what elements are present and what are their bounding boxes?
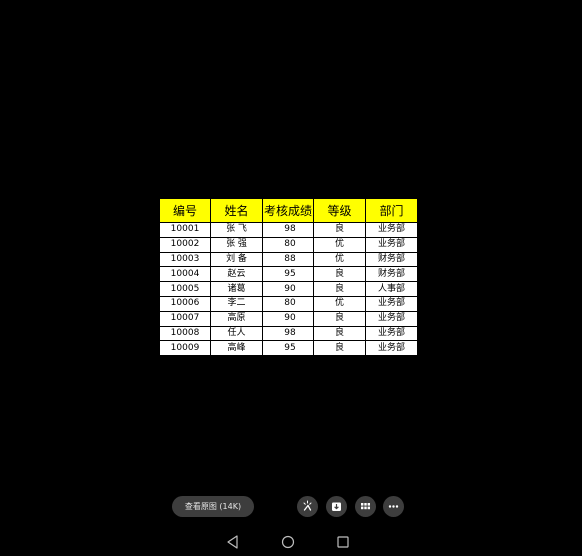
nav-back-button[interactable] bbox=[223, 532, 243, 552]
cell-score: 80 bbox=[262, 236, 314, 253]
cell-score: 88 bbox=[262, 251, 314, 268]
score-table: 编号 姓名 考核成绩 等级 部门 10001 张 飞 98 良业务部 10002 张 强8… bbox=[159, 198, 418, 357]
view-original-button[interactable]: 查看原图 (14K) bbox=[172, 496, 254, 517]
cell-score: 98 bbox=[262, 222, 314, 238]
cell-name: 任人 bbox=[210, 325, 263, 342]
cell-grade: 优 bbox=[313, 251, 366, 268]
image-toolbar: 查看原图 (14K) bbox=[0, 496, 582, 518]
header-cell-id: 编号 bbox=[159, 198, 211, 223]
cell-id: 10009 bbox=[159, 340, 211, 357]
system-navigation-bar bbox=[0, 532, 582, 552]
cell-department: 业务部 bbox=[365, 222, 418, 238]
more-button[interactable] bbox=[383, 496, 404, 517]
cell-name: 刘 备 bbox=[210, 251, 263, 268]
cell-name: 诸葛 bbox=[210, 281, 263, 297]
table-row: 10001 张 飞 98 良业务部 bbox=[159, 222, 418, 238]
cell-id: 10008 bbox=[159, 325, 211, 342]
header-cell-department: 部门 bbox=[365, 198, 418, 223]
cell-id: 10007 bbox=[159, 310, 211, 327]
magic-wand-icon bbox=[303, 500, 312, 511]
table-row: 10009 高峰 95 良业务部 bbox=[159, 340, 418, 357]
table-row: 10008 任人 98 良业务部 bbox=[159, 325, 418, 342]
cell-grade: 良 bbox=[313, 340, 366, 357]
cell-score: 90 bbox=[262, 310, 314, 327]
cell-score: 95 bbox=[262, 340, 314, 357]
more-icon bbox=[388, 505, 399, 508]
grid-button[interactable] bbox=[355, 496, 376, 517]
cell-name: 张 强 bbox=[210, 236, 263, 253]
cell-grade: 良 bbox=[313, 281, 366, 297]
table-row: 10006 李二 80 优业务部 bbox=[159, 295, 418, 312]
cell-name: 赵云 bbox=[210, 266, 263, 283]
cell-grade: 良 bbox=[313, 222, 366, 238]
cell-department: 业务部 bbox=[365, 310, 418, 327]
table-row: 10003 刘 备 88 优财务部 bbox=[159, 251, 418, 268]
cell-department: 财务部 bbox=[365, 251, 418, 268]
magic-wand-button[interactable] bbox=[297, 496, 318, 517]
nav-recents-button[interactable] bbox=[333, 532, 353, 552]
cell-name: 高峰 bbox=[210, 340, 263, 357]
cell-id: 10006 bbox=[159, 295, 211, 312]
cell-score: 80 bbox=[262, 295, 314, 312]
home-circle-icon bbox=[281, 535, 295, 549]
table-row: 10007 高原 90 良业务部 bbox=[159, 310, 418, 327]
cell-department: 业务部 bbox=[365, 325, 418, 342]
recents-square-icon bbox=[337, 536, 349, 548]
cell-score: 90 bbox=[262, 281, 314, 297]
cell-name: 张 飞 bbox=[210, 222, 263, 238]
header-cell-grade: 等级 bbox=[313, 198, 366, 223]
cell-name: 李二 bbox=[210, 295, 263, 312]
cell-department: 业务部 bbox=[365, 236, 418, 253]
cell-department: 财务部 bbox=[365, 266, 418, 283]
table-row: 10005 诸葛 90 良人事部 bbox=[159, 281, 418, 297]
cell-grade: 良 bbox=[313, 325, 366, 342]
cell-id: 10005 bbox=[159, 281, 211, 297]
cell-grade: 良 bbox=[313, 310, 366, 327]
cell-grade: 良 bbox=[313, 266, 366, 283]
cell-score: 95 bbox=[262, 266, 314, 283]
back-triangle-icon bbox=[227, 535, 238, 549]
table-row: 10004 赵云 95 良财务部 bbox=[159, 266, 418, 283]
cell-name: 高原 bbox=[210, 310, 263, 327]
cell-score: 98 bbox=[262, 325, 314, 342]
cell-id: 10002 bbox=[159, 236, 211, 253]
cell-id: 10004 bbox=[159, 266, 211, 283]
grid-icon bbox=[361, 503, 370, 510]
cell-id: 10003 bbox=[159, 251, 211, 268]
cell-grade: 优 bbox=[313, 236, 366, 253]
download-button[interactable] bbox=[326, 496, 347, 517]
table-header-row: 编号 姓名 考核成绩 等级 部门 bbox=[159, 198, 418, 223]
header-cell-name: 姓名 bbox=[210, 198, 263, 223]
cell-department: 业务部 bbox=[365, 340, 418, 357]
shared-image[interactable]: 编号 姓名 考核成绩 等级 部门 10001 张 飞 98 良业务部 10002 张 强8… bbox=[159, 198, 418, 357]
header-cell-score: 考核成绩 bbox=[262, 198, 314, 223]
cell-grade: 优 bbox=[313, 295, 366, 312]
table-row: 10002 张 强 80 优业务部 bbox=[159, 236, 418, 253]
download-icon bbox=[332, 502, 341, 511]
table-body: 10001 张 飞 98 良业务部 10002 张 强 80 优业务部 10003 刘 备 88 优财… bbox=[159, 222, 418, 357]
cell-id: 10001 bbox=[159, 222, 211, 238]
nav-home-button[interactable] bbox=[278, 532, 298, 552]
image-viewer: 编号 姓名 考核成绩 等级 部门 10001 张 飞 98 良业务部 10002 张 强8… bbox=[0, 0, 582, 554]
cell-department: 业务部 bbox=[365, 295, 418, 312]
cell-department: 人事部 bbox=[365, 281, 418, 297]
